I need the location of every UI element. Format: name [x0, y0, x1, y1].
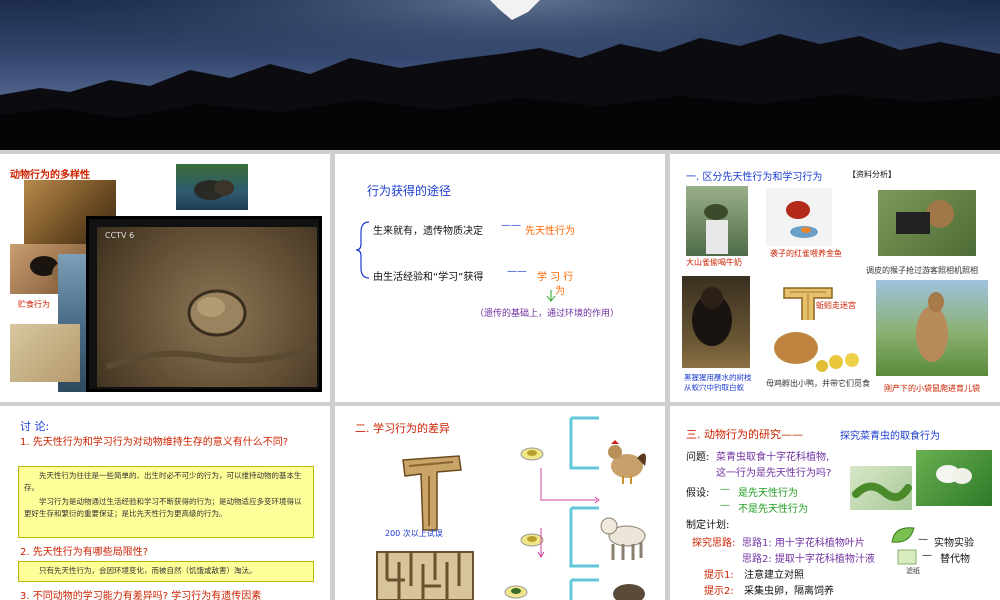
arrow-down-icon [546, 290, 556, 302]
answer-1a: 先天性行为往往是一些简单的、出生时必不可少的行为，可以维持动物的基本生存。 [24, 471, 302, 492]
plan-label: 制定计划: [686, 520, 730, 531]
rooster-icon [608, 440, 646, 484]
question-line-1: 菜青虫取食十字花科植物, [716, 452, 830, 463]
video-frame[interactable]: CCTV 6 [86, 216, 322, 392]
cardinal-photo [766, 188, 832, 246]
idea-label: 探究思路: [692, 538, 736, 549]
caption-kangaroo: 刚产下的小袋鼠爬进育儿袋 [884, 384, 980, 393]
leaf-icon [891, 527, 915, 543]
panel-behavior-research: 三. 动物行为的研究—— 探究菜青虫的取食行为 问题: 菜青虫取食十字花科植物,… [670, 406, 1000, 600]
chimp-photo [682, 276, 750, 368]
dog-icon [600, 517, 646, 560]
idea-1-method: 实物实验 [934, 538, 974, 549]
panel-title: 二. 学习行为的差异 [355, 422, 450, 435]
data-tag: 【资料分析】 [848, 170, 896, 179]
idea-2: 思路2: 提取十字花科植物汁液 [742, 554, 875, 565]
experiment-paths [537, 416, 600, 600]
caption-earthworm: 蚯蚓走迷宫 [816, 301, 856, 310]
panel-behavior-acquisition: 行为获得的途径 生来就有，遗传物质决定 —— 先天性行为 由生活经验和“学习”获… [335, 154, 665, 402]
caption-chimp-b: 从蚁穴中钓取白蚁 [684, 383, 744, 392]
panel-behavior-diversity: 动物行为的多样性 贮食行为 CCTV 6 [0, 154, 330, 402]
hint-1: 注意建立对照 [744, 570, 804, 581]
hen-ducklings-photo [766, 320, 874, 376]
panel-learning-differences: 二. 学习行为的差异 200 次以上试误 [335, 406, 665, 600]
maze-caption: 200 次以上试误 [385, 529, 443, 538]
panel-subtitle: 探究菜青虫的取食行为 [840, 431, 940, 442]
innate-term: 先天性行为 [525, 226, 575, 237]
question-3: 3. 不同动物的学习能力有差异吗? 学习行为有遗传因素 [20, 591, 262, 600]
tv-logo: CCTV 6 [105, 231, 135, 240]
butterfly-photo [916, 450, 992, 506]
panel-discussion: 讨 论: 1. 先天性行为和学习行为对动物维持生存的意义有什么不同? 先天性行为… [0, 406, 330, 600]
discussion-heading: 讨 论: [20, 420, 50, 433]
learned-source: 由生活经验和“学习”获得 [373, 272, 484, 283]
kangaroo-photo [876, 280, 988, 376]
hypothesis-2: 不是先天性行为 [738, 504, 808, 515]
caption-food-storage: 贮食行为 [18, 300, 50, 309]
acquisition-note: （遗传的基础上，通过环境的作用） [475, 309, 620, 319]
answer-1-box: 先天性行为往往是一些简单的、出生时必不可少的行为，可以维持动物的基本生存。 学习… [18, 466, 314, 538]
monkey-camera-photo [878, 190, 976, 256]
idea-1: 思路1: 用十字花科植物叶片 [742, 538, 865, 549]
learned-term-a: 学 习 行 [537, 272, 574, 283]
question-line-2: 这一行为是先天性行为吗? [716, 468, 832, 479]
caterpillar-photo [850, 466, 912, 510]
question-2: 2. 先天性行为有哪些局限性? [20, 547, 149, 558]
panel-title: 行为获得的途径 [367, 184, 452, 198]
complex-maze-icon [376, 551, 474, 600]
hint-2-label: 提示2: [704, 586, 734, 597]
hint-2: 采集虫卵，隔离饲养 [744, 586, 834, 597]
brace-icon [355, 221, 370, 279]
panel-title: 动物行为的多样性 [10, 170, 90, 181]
answer-2: 只有先天性行为，会因环境变化，而被自然（饥饿或敌害）淘汰。 [18, 561, 314, 582]
filter-paper-icon [897, 549, 917, 565]
question-1: 1. 先天性行为和学习行为对动物维持生存的意义有什么不同? [20, 437, 289, 448]
t-maze-icon [402, 455, 462, 531]
caption-monkey: 调皮的猴子抢过游客照相机照相 [866, 266, 978, 275]
idea-2-method: 替代物 [940, 554, 970, 565]
caption-hen: 母鸡孵出小鸭，并带它们觅食 [766, 379, 870, 388]
question-label: 问题: [686, 452, 710, 463]
hypothesis-label: 假设: [686, 488, 710, 499]
hint-1-label: 提示1: [704, 570, 734, 581]
panel-title: 一. 区分先天性行为和学习行为 [686, 172, 823, 183]
hippo-photo [176, 164, 248, 210]
food-dish-icon [504, 585, 528, 599]
filter-paper-label: 滤纸 [906, 567, 920, 575]
hypothesis-1: 是先天性行为 [738, 488, 798, 499]
caption-tit: 大山雀偷喝牛奶 [686, 258, 742, 267]
landscape-silhouette [0, 0, 1000, 150]
monkey-icon [613, 584, 645, 600]
burrow-scene: CCTV 6 [97, 227, 318, 387]
bear-photo [10, 324, 80, 382]
answer-1b: 学习行为是动物通过生活经验和学习不断获得的行为；是动物适应多变环境得以更好生存和… [24, 497, 302, 518]
panel-title: 三. 动物行为的研究—— [686, 428, 803, 441]
tit-photo [686, 186, 748, 256]
banner-image [0, 0, 1000, 150]
caption-cardinal: 袭子的红雀喂养金鱼 [770, 249, 842, 258]
innate-source: 生来就有，遗传物质决定 [373, 226, 483, 237]
panel-distinguish: 一. 区分先天性行为和学习行为 【资料分析】 大山雀偷喝牛奶 袭子的红雀喂养金鱼… [670, 154, 1000, 402]
